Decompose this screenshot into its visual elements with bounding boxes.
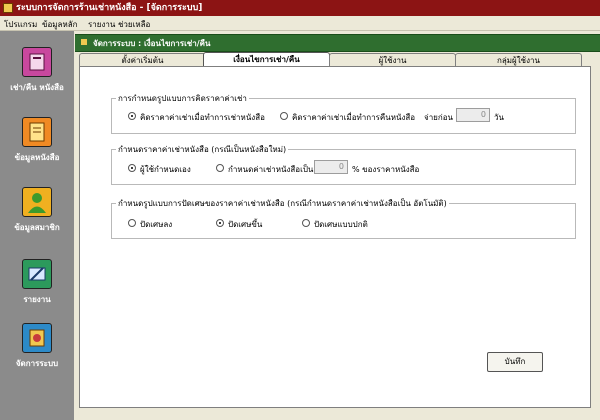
rent-percent-label[interactable]: กำหนดค่าเช่าหนังสือเป็น	[228, 163, 313, 176]
menu-help[interactable]: ช่วยเหลือ	[118, 18, 150, 31]
round-up-label[interactable]: ปัดเศษขึ้น	[228, 218, 262, 231]
menu-report[interactable]: รายงาน	[88, 18, 115, 31]
tab-user-groups[interactable]: กลุ่มผู้ใช้งาน	[455, 53, 582, 67]
rounding-legend: กำหนดรูปแบบการปัดเศษของราคาค่าเช่าหนังสื…	[118, 199, 447, 208]
report-icon	[22, 259, 52, 289]
prepay-days-input[interactable]: 0	[456, 108, 490, 122]
sidebar-item-members[interactable]: ข้อมูลสมาชิก	[0, 185, 74, 247]
rent-percent-unit: % ของราคาหนังสือ	[352, 165, 420, 174]
prepay-label: จ่ายก่อน	[424, 113, 453, 122]
pricing-on-return-label[interactable]: คิดราคาค่าเช่าเมื่อทำการคืนหนังสือ	[292, 111, 415, 124]
user-icon	[22, 187, 52, 217]
panel-bullet-icon	[81, 39, 87, 45]
panel-title: จัดการระบบ : เงื่อนไขการเช่า/คืน	[93, 39, 211, 48]
sidebar-item-label: ข้อมูลหนังสือ	[14, 153, 60, 162]
round-up-radio[interactable]	[216, 219, 224, 227]
pricing-on-return-radio[interactable]	[280, 112, 288, 120]
rent-percent-input[interactable]: 0	[314, 160, 348, 174]
menu-master-data[interactable]: ข้อมูลหลัก	[42, 18, 77, 31]
sidebar-item-books[interactable]: ข้อมูลหนังสือ	[0, 115, 74, 177]
tab-strip: ตั้งค่าเริ่มต้น เงื่อนไขการเช่า/คืน ผู้ใ…	[79, 52, 591, 68]
sidebar-item-label: เช่า/คืน หนังสือ	[10, 83, 64, 92]
sidebar: เช่า/คืน หนังสือ ข้อมูลหนังสือ ข้อมูลสมา…	[0, 31, 74, 420]
menu-bar: โปรแกรม ข้อมูลหลัก รายงาน ช่วยเหลือ	[0, 16, 600, 31]
pricing-on-rent-radio[interactable]	[128, 112, 136, 120]
title-bar: ระบบการจัดการร้านเช่าหนังสือ - [จัดการระ…	[0, 0, 600, 16]
rent-manual-label[interactable]: ผู้ใช้กำหนดเอง	[140, 163, 191, 176]
tab-users[interactable]: ผู้ใช้งาน	[329, 53, 456, 67]
book-return-icon	[22, 47, 52, 77]
save-button[interactable]: บันทึก	[487, 352, 543, 372]
round-down-label[interactable]: ปัดเศษลง	[140, 218, 172, 231]
sidebar-item-reports[interactable]: รายงาน	[0, 257, 74, 319]
app-icon	[3, 3, 13, 13]
panel-header: จัดการระบบ : เงื่อนไขการเช่า/คืน	[75, 34, 600, 52]
menu-program[interactable]: โปรแกรม	[4, 18, 37, 31]
sidebar-item-label: ข้อมูลสมาชิก	[14, 223, 60, 232]
rent-manual-radio[interactable]	[128, 164, 136, 172]
sidebar-item-label: รายงาน	[23, 295, 51, 304]
round-down-radio[interactable]	[128, 219, 136, 227]
round-normal-radio[interactable]	[302, 219, 310, 227]
round-normal-label[interactable]: ปัดเศษแบบปกติ	[314, 218, 368, 231]
window-title: ระบบการจัดการร้านเช่าหนังสือ - [จัดการระ…	[16, 3, 203, 13]
rent-price-legend: กำหนดราคาค่าเช่าหนังสือ (กรณีเป็นหนังสือ…	[118, 145, 287, 154]
rent-percent-radio[interactable]	[216, 164, 224, 172]
pricing-legend: การกำหนดรูปแบบการคิดราคาค่าเช่า	[118, 94, 247, 103]
sidebar-item-system[interactable]: จัดการระบบ	[0, 321, 74, 383]
settings-icon	[22, 323, 52, 353]
sidebar-item-rent-return[interactable]: เช่า/คืน หนังสือ	[0, 45, 74, 107]
pricing-on-rent-label[interactable]: คิดราคาค่าเช่าเมื่อทำการเช่าหนังสือ	[140, 111, 265, 124]
prepay-days-unit: วัน	[494, 113, 504, 122]
sidebar-item-label: จัดการระบบ	[15, 359, 59, 368]
tab-defaults[interactable]: ตั้งค่าเริ่มต้น	[79, 53, 206, 67]
book-icon	[22, 117, 52, 147]
